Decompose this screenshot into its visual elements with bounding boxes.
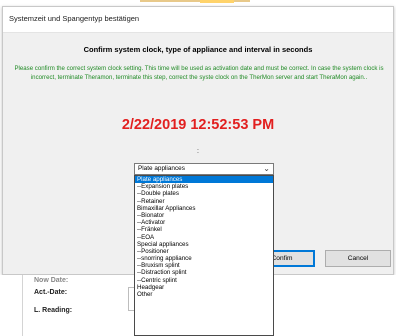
dropdown-option[interactable]: --EOA xyxy=(135,234,273,241)
dropdown-option[interactable]: Plate appliances xyxy=(135,176,273,184)
appliance-dropdown-list[interactable]: Plate appliances --Expansion plates --Do… xyxy=(134,175,274,336)
chevron-down-icon[interactable]: ⌄ xyxy=(263,164,270,173)
dialog-heading: Confirm system clock, type of appliance … xyxy=(83,45,313,54)
instructions-text: Please confirm the correct system clock … xyxy=(14,65,384,81)
interval-separator: : xyxy=(197,148,199,155)
dropdown-option[interactable]: --Centric splint xyxy=(135,277,273,284)
dialog-titlebar[interactable]: Systemzeit und Spangentyp bestätigen xyxy=(3,7,393,33)
dropdown-option[interactable]: --Positioner xyxy=(135,248,273,255)
dropdown-option[interactable]: --Retainer xyxy=(135,198,273,205)
dropdown-option[interactable]: Special appliances xyxy=(135,241,273,248)
dropdown-option[interactable]: --Fränkel xyxy=(135,226,273,233)
dropdown-option[interactable]: --Double plates xyxy=(135,190,273,197)
dialog-title: Systemzeit und Spangentyp bestätigen xyxy=(9,14,140,23)
now-date-label: Now Date: xyxy=(34,277,69,284)
act-date-label: Act.-Date: xyxy=(34,289,68,296)
dropdown-option[interactable]: --Expansion plates xyxy=(135,183,273,190)
appliance-selected-value: Plate appliances xyxy=(138,165,185,172)
dropdown-option[interactable]: --Distraction splint xyxy=(135,269,273,276)
last-reading-label: L. Reading: xyxy=(34,307,73,314)
dropdown-option[interactable]: --snorring appliance xyxy=(135,255,273,262)
dropdown-option[interactable]: --Bionator xyxy=(135,212,273,219)
background-decoration xyxy=(200,0,234,3)
system-clock-display: 2/22/2019 12:52:53 PM xyxy=(121,117,275,133)
dropdown-option[interactable]: --Activator xyxy=(135,219,273,226)
dropdown-option[interactable]: --Bruxism splint xyxy=(135,262,273,269)
dropdown-option[interactable]: Headgear xyxy=(135,284,273,291)
appliance-type-select[interactable]: Plate appliances ⌄ xyxy=(134,163,274,175)
dropdown-option[interactable]: Bimaxillar Appliances xyxy=(135,205,273,212)
dropdown-option[interactable]: Other xyxy=(135,291,273,298)
cancel-button[interactable]: Cancel xyxy=(325,250,391,267)
